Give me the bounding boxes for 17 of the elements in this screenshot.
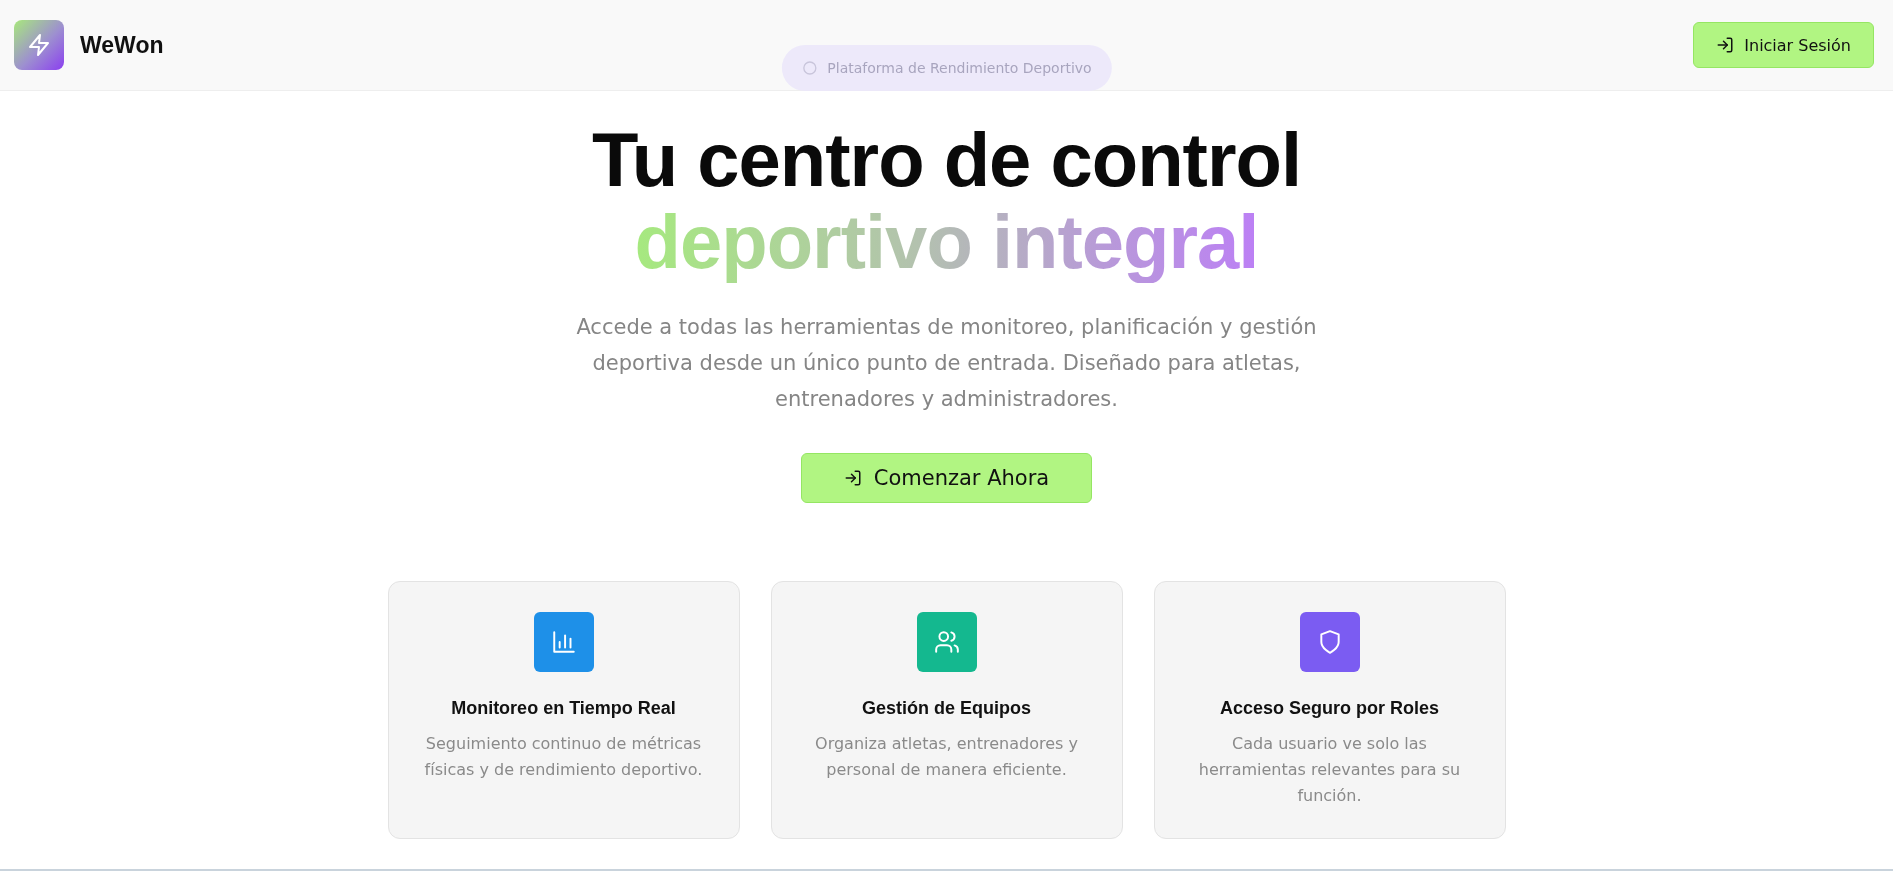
bar-chart-icon <box>550 629 577 655</box>
brand-name: WeWon <box>80 31 164 59</box>
login-icon <box>843 469 862 487</box>
login-button[interactable]: Iniciar Sesión <box>1693 22 1874 68</box>
hero-title: Tu centro de control <box>591 119 1302 201</box>
feature-title: Monitoreo en Tiempo Real <box>451 698 676 719</box>
feature-description: Cada usuario ve solo las herramientas relevantes para su función. <box>1197 733 1462 807</box>
tagline-badge: Plataforma de Rendimiento Deportivo <box>781 45 1112 91</box>
logo-icon <box>14 20 64 70</box>
feature-description: Seguimiento continuo de métricas físicas y de rendimiento deportivo. <box>423 733 704 781</box>
users-icon <box>933 629 960 655</box>
feature-description: Organiza atletas, entrenadores y personal de manera eficiente. <box>814 733 1079 781</box>
hero-description: Accede a todas las herramientas de monitoreo, planificación y gestión deportiva desde un único punto de entrada. Diseñado para atletas, entrenadores y administradores. <box>575 314 1318 413</box>
login-icon <box>1716 36 1735 54</box>
feature-title: Acceso Seguro por Roles <box>1219 698 1440 719</box>
start-button[interactable]: Comenzar Ahora <box>800 453 1093 503</box>
feature-title: Gestión de Equipos <box>862 698 1031 719</box>
